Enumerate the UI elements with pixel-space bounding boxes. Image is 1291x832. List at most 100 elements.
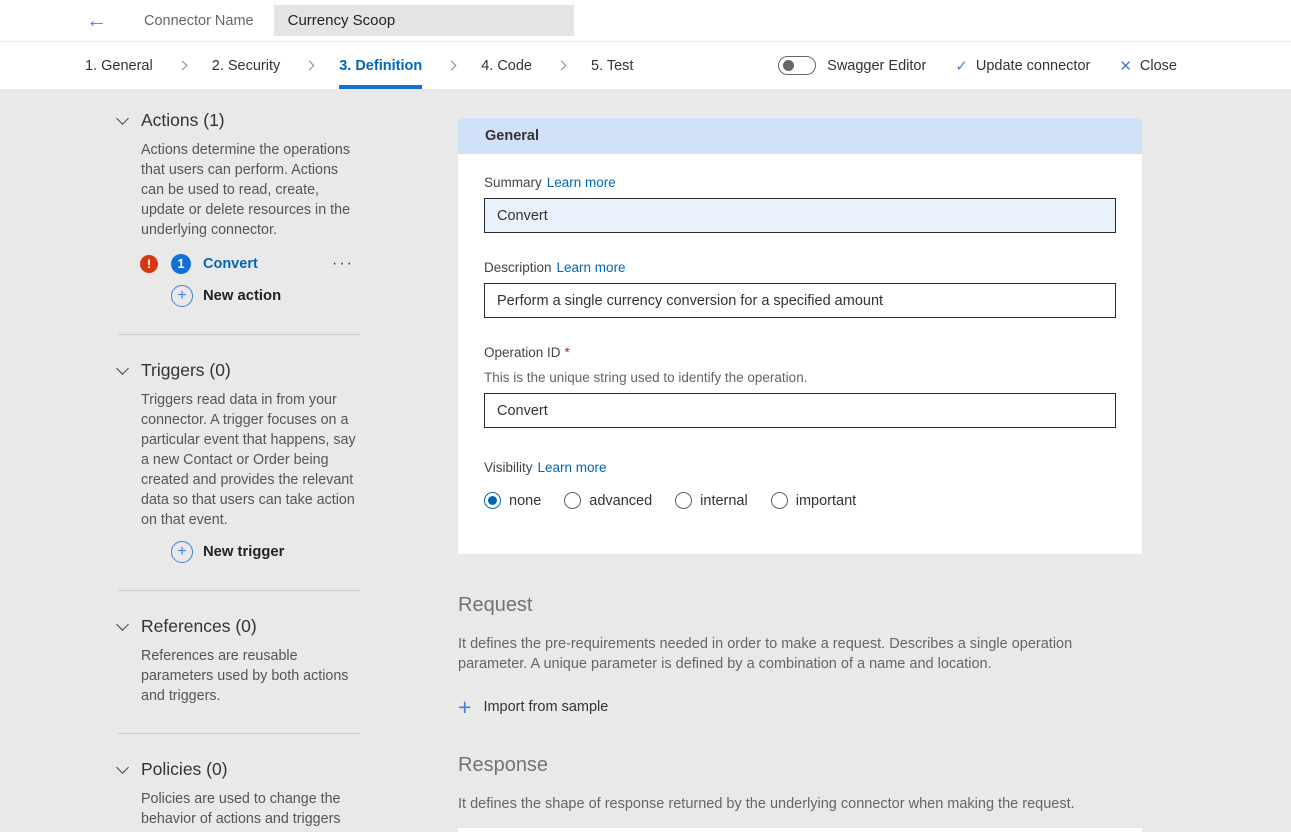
- operation-id-label-row: Operation ID *: [484, 345, 1116, 360]
- visibility-learn-more-link[interactable]: Learn more: [538, 460, 607, 475]
- swagger-editor-toggle[interactable]: [778, 56, 817, 75]
- error-icon: !: [140, 255, 158, 273]
- description-input[interactable]: [484, 283, 1116, 318]
- visibility-option-advanced[interactable]: advanced: [564, 492, 652, 509]
- references-section-header[interactable]: References (0): [116, 616, 360, 637]
- references-description: References are reusable parameters used …: [141, 648, 349, 704]
- definition-main: General Summary Learn more Description Lea…: [458, 118, 1142, 832]
- connector-name-label: Connector Name: [144, 12, 254, 29]
- tab-code[interactable]: 4. Code: [481, 42, 532, 89]
- visibility-field: Visibility Learn more none advanced inte…: [484, 460, 1116, 509]
- general-card-header: General: [458, 118, 1142, 154]
- chevron-right-icon: [446, 60, 457, 71]
- connector-name-input[interactable]: [273, 5, 574, 36]
- general-card: General Summary Learn more Description Lea…: [458, 118, 1142, 554]
- new-action-button[interactable]: + New action: [171, 285, 360, 307]
- required-asterisk: *: [564, 345, 570, 360]
- response-panel: default default: [458, 827, 1142, 832]
- visibility-option-important[interactable]: important: [770, 492, 857, 509]
- radio-icon: [564, 492, 582, 509]
- plus-circle-icon: +: [171, 285, 193, 307]
- divider: [118, 733, 360, 734]
- operation-id-field: Operation ID * This is the unique string …: [484, 345, 1116, 428]
- plus-circle-icon: +: [171, 541, 193, 563]
- actions-section-header[interactable]: Actions (1): [116, 110, 360, 131]
- chevron-right-icon: [304, 60, 315, 71]
- tab-definition[interactable]: 3. Definition: [339, 42, 423, 89]
- chevron-down-icon: [116, 617, 129, 631]
- tab-security[interactable]: 2. Security: [212, 42, 281, 89]
- general-card-body: SummaryLearn more DescriptionLearn more …: [458, 154, 1142, 554]
- operation-id-hint: This is the unique string used to identi…: [484, 370, 808, 385]
- divider: [118, 334, 360, 335]
- response-title: Response: [458, 753, 549, 776]
- request-section: Request It defines the pre-requirements …: [458, 594, 1142, 718]
- more-menu-icon[interactable]: ···: [332, 255, 354, 273]
- action-convert-label[interactable]: Convert: [203, 256, 258, 272]
- sidebar: Actions (1) Actions determine the operat…: [116, 110, 361, 832]
- visibility-label-row: Visibility Learn more: [484, 460, 1116, 475]
- chevron-right-icon: [177, 60, 188, 71]
- visibility-option-internal[interactable]: internal: [675, 492, 748, 509]
- request-description: It defines the pre-requirements needed i…: [458, 636, 1073, 672]
- request-title: Request: [458, 594, 533, 616]
- summary-label-row: Summary Learn more: [484, 175, 1116, 190]
- radio-label: important: [795, 492, 857, 509]
- description-label-row: Description Learn more: [484, 260, 1116, 275]
- chevron-down-icon: [116, 760, 129, 774]
- close-icon: ✕: [1119, 57, 1132, 75]
- wizard-tabbar: 1. General 2. Security 3. Definition 4. …: [0, 42, 1291, 90]
- divider: [118, 590, 360, 591]
- update-connector-label: Update connector: [975, 57, 1091, 74]
- back-arrow-icon[interactable]: ←: [86, 10, 107, 31]
- actions-section-title: Actions (1): [141, 110, 225, 130]
- summary-label: Summary: [484, 175, 542, 190]
- swagger-editor-label: Swagger Editor: [827, 57, 927, 74]
- visibility-label: Visibility: [484, 460, 533, 475]
- policies-section-header[interactable]: Policies (0): [116, 759, 360, 780]
- radio-label: none: [509, 492, 542, 509]
- import-from-sample-button[interactable]: + Import from sample: [458, 694, 1142, 720]
- summary-field: Summary Learn more: [484, 175, 1116, 233]
- triggers-description: Triggers read data in from your connecto…: [141, 392, 356, 528]
- tab-test[interactable]: 5. Test: [591, 42, 633, 89]
- plus-icon: +: [458, 694, 472, 720]
- new-action-label: New action: [203, 288, 282, 304]
- sidebar-section-policies: Policies (0) Policies are used to change…: [116, 759, 361, 832]
- content-area: Actions (1) Actions determine the operat…: [0, 90, 1291, 832]
- action-count-badge: 1: [171, 254, 191, 274]
- chevron-down-icon: [116, 111, 129, 125]
- description-label: Description: [484, 260, 552, 275]
- close-button[interactable]: ✕ Close: [1119, 57, 1177, 75]
- description-learn-more-link[interactable]: Learn more: [557, 260, 626, 275]
- sidebar-section-references: References (0) References are reusable p…: [116, 616, 360, 706]
- radio-icon: [675, 492, 693, 509]
- description-field: Description Learn more: [484, 260, 1116, 318]
- action-item-convert[interactable]: ! 1 Convert ···: [140, 254, 360, 274]
- triggers-section-title: Triggers (0): [141, 360, 231, 380]
- new-trigger-label: New trigger: [203, 544, 285, 560]
- tabbar-actions: Swagger Editor ✓ Update connector ✕ Clos…: [778, 42, 1291, 89]
- chevron-down-icon: [116, 361, 129, 375]
- actions-description: Actions determine the operations that us…: [141, 142, 351, 238]
- operation-id-input[interactable]: [484, 393, 1116, 428]
- triggers-section-header[interactable]: Triggers (0): [116, 360, 360, 381]
- import-from-sample-label: Import from sample: [483, 699, 609, 716]
- chevron-right-icon: [556, 60, 567, 71]
- policies-description: Policies are used to change the behavior…: [141, 791, 361, 832]
- check-icon: ✓: [955, 57, 968, 75]
- radio-selected-icon: [484, 492, 501, 509]
- response-description: It defines the shape of response returne…: [458, 795, 1075, 812]
- visibility-option-none[interactable]: none: [484, 492, 541, 509]
- policies-section-title: Policies (0): [141, 759, 228, 779]
- tab-general[interactable]: 1. General: [85, 42, 153, 89]
- toggle-knob-icon: [783, 60, 795, 71]
- summary-learn-more-link[interactable]: Learn more: [547, 175, 616, 190]
- radio-label: internal: [700, 492, 748, 509]
- summary-input[interactable]: [484, 198, 1116, 233]
- new-trigger-button[interactable]: + New trigger: [171, 541, 360, 563]
- radio-label: advanced: [589, 492, 653, 509]
- update-connector-button[interactable]: ✓ Update connector: [955, 57, 1090, 75]
- close-label: Close: [1139, 57, 1177, 74]
- topbar: ← Connector Name: [0, 0, 1291, 42]
